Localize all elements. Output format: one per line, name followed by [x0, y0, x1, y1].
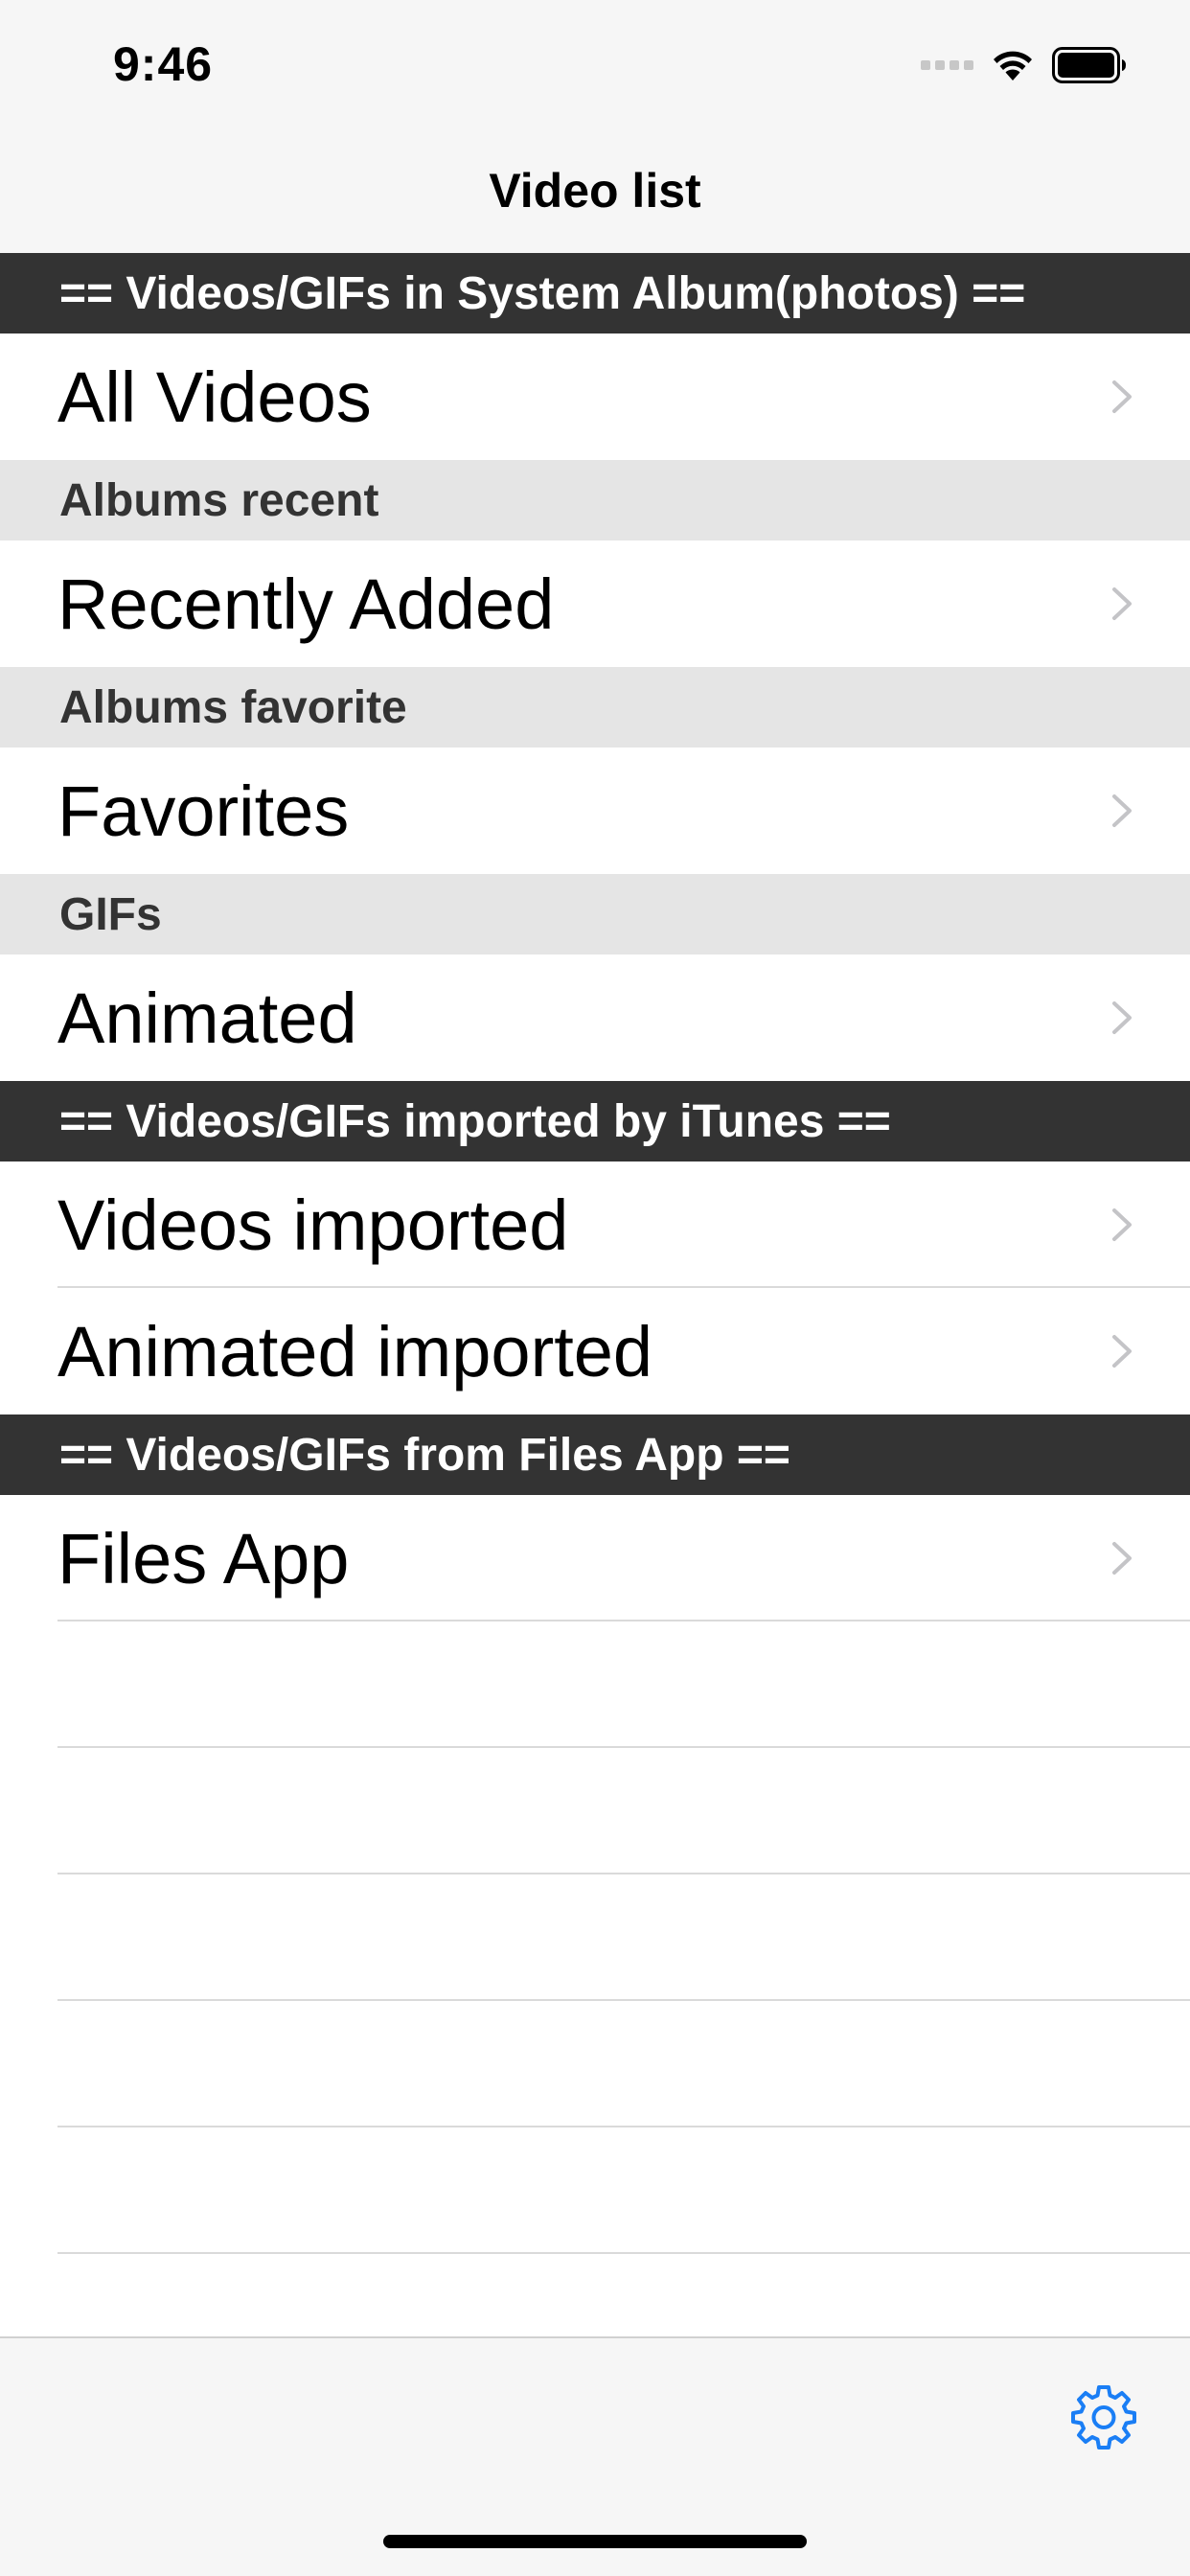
row-animated-imported[interactable]: Animated imported — [0, 1288, 1190, 1414]
navigation-bar: Video list — [0, 126, 1190, 253]
row-files-app[interactable]: Files App — [0, 1495, 1190, 1622]
row-label: Files App — [57, 1518, 350, 1598]
section-header-itunes: == Videos/GIFs imported by iTunes == — [0, 1081, 1190, 1162]
row-all-videos[interactable]: All Videos — [0, 334, 1190, 460]
chevron-right-icon — [1112, 380, 1132, 413]
row-label: Favorites — [57, 770, 350, 851]
row-label: Animated — [57, 978, 357, 1058]
row-animated[interactable]: Animated — [0, 954, 1190, 1081]
status-bar: 9:46 — [0, 0, 1190, 126]
row-label: Videos imported — [57, 1184, 569, 1265]
status-time: 9:46 — [113, 37, 214, 91]
chevron-right-icon — [1112, 1208, 1132, 1241]
chevron-right-icon — [1112, 1001, 1132, 1034]
wifi-icon — [994, 51, 1032, 80]
home-indicator — [383, 2535, 807, 2548]
row-label: Recently Added — [57, 564, 555, 644]
chevron-right-icon — [1112, 794, 1132, 827]
video-list-table: == Videos/GIFs in System Album(photos) =… — [0, 253, 1190, 2254]
row-recently-added[interactable]: Recently Added — [0, 540, 1190, 667]
section-header-albums-favorite: Albums favorite — [0, 667, 1190, 748]
row-label: All Videos — [57, 356, 372, 437]
cellular-signal-icon — [921, 60, 973, 70]
empty-row — [0, 2128, 1190, 2254]
empty-row — [0, 2001, 1190, 2128]
section-header-files-app: == Videos/GIFs from Files App == — [0, 1414, 1190, 1495]
chevron-right-icon — [1112, 1542, 1132, 1575]
row-favorites[interactable]: Favorites — [0, 748, 1190, 874]
chevron-right-icon — [1112, 1335, 1132, 1368]
row-label: Animated imported — [57, 1311, 653, 1392]
status-icons — [921, 44, 1127, 86]
section-header-albums-recent: Albums recent — [0, 460, 1190, 540]
page-title: Video list — [489, 164, 701, 218]
empty-row — [0, 1874, 1190, 2001]
chevron-right-icon — [1112, 587, 1132, 620]
row-videos-imported[interactable]: Videos imported — [0, 1162, 1190, 1288]
empty-row — [0, 1622, 1190, 1748]
empty-row — [0, 1748, 1190, 1874]
gear-icon[interactable] — [1069, 2382, 1138, 2451]
battery-icon — [1052, 47, 1126, 83]
section-header-system-album: == Videos/GIFs in System Album(photos) =… — [0, 253, 1190, 334]
section-header-gifs: GIFs — [0, 874, 1190, 954]
